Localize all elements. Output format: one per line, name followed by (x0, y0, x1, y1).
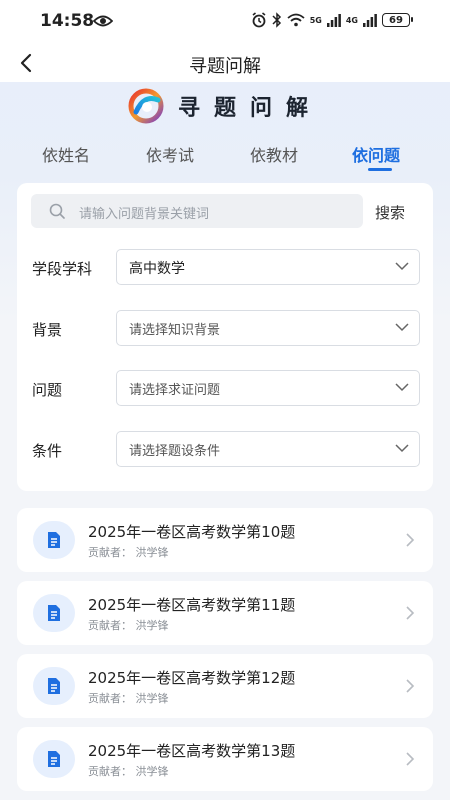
list-item-contributor: 贡献者： 洪学锋 (88, 692, 169, 705)
document-icon (33, 740, 75, 778)
tab-by-question[interactable]: 依问题 (352, 142, 400, 166)
nav-bar: 寻题问解 (0, 44, 450, 82)
list-item-title: 2025年一卷区高考数学第10题 (88, 523, 296, 541)
search-input[interactable]: 请输入问题背景关键词 (31, 194, 363, 228)
status-time: 14:58 (40, 11, 95, 31)
alarm-icon (252, 12, 266, 28)
filter-label-question: 问题 (32, 381, 63, 399)
status-bar: 14:58 5G 4G 69 (0, 0, 450, 44)
document-icon (33, 667, 75, 705)
page-title: 寻题问解 (189, 56, 261, 77)
app-logo-icon (128, 88, 164, 124)
brand-title: 寻题问解 (177, 96, 322, 121)
chevron-down-icon (395, 262, 409, 271)
status-icons: 5G 4G 69 (251, 12, 413, 28)
chevron-right-icon (406, 752, 415, 766)
list-item-title: 2025年一卷区高考数学第11题 (88, 596, 296, 614)
bluetooth-icon (272, 12, 281, 28)
chevron-right-icon (406, 606, 415, 620)
list-item[interactable]: 2025年一卷区高考数学第10题 贡献者： 洪学锋 (17, 508, 433, 572)
list-item-contributor: 贡献者： 洪学锋 (88, 765, 169, 778)
background-select[interactable]: 请选择知识背景 (116, 310, 420, 346)
list-item-title: 2025年一卷区高考数学第12题 (88, 669, 296, 687)
document-icon (33, 521, 75, 559)
eye-icon (93, 15, 113, 27)
chevron-down-icon (395, 383, 409, 392)
search-placeholder: 请输入问题背景关键词 (79, 207, 210, 222)
wifi-icon (287, 13, 305, 27)
list-item-contributor: 贡献者： 洪学锋 (88, 546, 169, 559)
chevron-right-icon (406, 533, 415, 547)
signal-icon (363, 13, 377, 27)
document-icon (33, 594, 75, 632)
search-filter-card: 请输入问题背景关键词 搜索 学段学科 高中数学 背景 请选择知识背景 问题 请选… (17, 183, 433, 491)
search-icon (49, 203, 65, 219)
active-tab-indicator (368, 168, 392, 171)
list-item-title: 2025年一卷区高考数学第13题 (88, 742, 296, 760)
network-label-5g: 5G (309, 15, 322, 25)
question-select[interactable]: 请选择求证问题 (116, 370, 420, 406)
tab-by-textbook[interactable]: 依教材 (250, 142, 298, 166)
list-item[interactable]: 2025年一卷区高考数学第11题 贡献者： 洪学锋 (17, 581, 433, 645)
brand-header: 寻题问解 (0, 88, 450, 124)
chevron-down-icon (395, 444, 409, 453)
subject-select[interactable]: 高中数学 (116, 249, 420, 285)
subject-select-value: 高中数学 (129, 261, 185, 277)
tab-by-exam[interactable]: 依考试 (146, 142, 194, 166)
chevron-right-icon (406, 679, 415, 693)
tab-bar: 依姓名 依考试 依教材 依问题 (0, 140, 450, 176)
search-button[interactable]: 搜索 (375, 202, 405, 223)
chevron-down-icon (395, 323, 409, 332)
list-item[interactable]: 2025年一卷区高考数学第13题 贡献者： 洪学锋 (17, 727, 433, 791)
tab-by-name[interactable]: 依姓名 (42, 142, 90, 166)
filter-label-subject: 学段学科 (32, 260, 93, 278)
background-select-value: 请选择知识背景 (129, 323, 221, 338)
filter-label-condition: 条件 (32, 442, 63, 460)
battery-indicator: 69 (382, 13, 413, 27)
signal-icon (326, 13, 341, 27)
list-item[interactable]: 2025年一卷区高考数学第12题 贡献者： 洪学锋 (17, 654, 433, 718)
condition-select[interactable]: 请选择题设条件 (116, 431, 420, 467)
filter-label-background: 背景 (32, 321, 63, 339)
network-label-4g: 4G (345, 15, 358, 25)
condition-select-value: 请选择题设条件 (129, 444, 221, 459)
list-item-contributor: 贡献者： 洪学锋 (88, 619, 169, 632)
question-select-value: 请选择求证问题 (129, 383, 221, 398)
